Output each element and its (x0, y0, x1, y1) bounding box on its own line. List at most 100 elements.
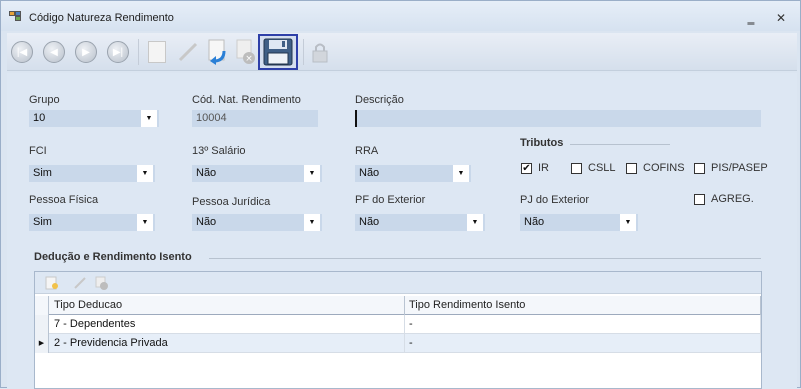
grupo-label: Grupo (29, 94, 60, 106)
main-toolbar: |◀ ◀ ▶ ▶| × (7, 33, 797, 71)
app-icon (9, 11, 23, 23)
pessoa-juridica-select[interactable]: Não ▼ (192, 214, 322, 231)
first-icon: |◀ (11, 41, 33, 63)
window-title: Código Natureza Rendimento (29, 12, 174, 24)
csll-label: CSLL (588, 162, 616, 174)
fci-select[interactable]: Sim ▼ (29, 165, 155, 182)
pf-exterior-value: Não (359, 216, 380, 228)
lock-button[interactable] (305, 37, 335, 67)
chevron-down-icon[interactable]: ▼ (619, 214, 636, 231)
tributos-title: Tributos (520, 137, 564, 149)
column-header-tipo-rendimento[interactable]: Tipo Rendimento Isento (405, 296, 761, 315)
rra-label: RRA (355, 145, 379, 157)
rra-select[interactable]: Não ▼ (355, 165, 471, 182)
toolbar-separator (138, 39, 139, 65)
ir-label: IR (538, 162, 549, 174)
undo-button[interactable] (203, 37, 233, 67)
cofins-label: COFINS (643, 162, 685, 174)
cell-tipo-deducao[interactable]: 2 - Previdencia Privada (50, 334, 405, 353)
pessoa-fisica-select[interactable]: Sim ▼ (29, 214, 155, 231)
cod-nat-value: 10004 (196, 112, 227, 124)
grupo-value: 10 (33, 112, 46, 124)
chevron-down-icon[interactable]: ▼ (136, 165, 153, 182)
agreg-label: AGREG. (711, 193, 754, 205)
new-icon (148, 41, 166, 63)
pf-exterior-label: PF do Exterior (355, 194, 426, 206)
toolbar-separator (303, 39, 304, 65)
pis-pasep-label: PIS/PASEP (711, 162, 768, 174)
app-window: Código Natureza Rendimento ‗ ✕ |◀ ◀ ▶ ▶| (0, 0, 801, 389)
group-divider (570, 144, 670, 145)
pf-exterior-select[interactable]: Não ▼ (355, 214, 485, 231)
fci-value: Sim (33, 167, 52, 179)
decimo-terceiro-select[interactable]: Não ▼ (192, 165, 322, 182)
row-header-corner (35, 296, 49, 315)
cod-nat-label: Cód. Nat. Rendimento (192, 94, 301, 106)
save-button[interactable] (258, 34, 298, 70)
rra-value: Não (359, 167, 380, 179)
cell-tipo-deducao[interactable]: 7 - Dependentes (50, 315, 405, 334)
chevron-down-icon[interactable]: ▼ (303, 165, 320, 182)
undo-icon (208, 39, 226, 65)
pessoa-fisica-label: Pessoa Física (29, 194, 99, 206)
next-icon: ▶ (75, 41, 97, 63)
pessoa-juridica-label: Pessoa Jurídica (192, 196, 271, 208)
chevron-down-icon[interactable]: ▼ (452, 165, 469, 182)
edit-icon (178, 42, 198, 62)
pis-pasep-checkbox[interactable] (694, 163, 705, 174)
descricao-input[interactable] (355, 110, 761, 127)
deducao-grid: Tipo Deducao Tipo Rendimento Isento 7 - … (34, 271, 762, 389)
last-record-button[interactable]: ▶| (103, 37, 133, 67)
delete-icon: × (236, 39, 255, 64)
descricao-label: Descrição (355, 94, 404, 106)
decimo-terceiro-value: Não (196, 167, 217, 179)
group-divider (209, 258, 761, 259)
row-header[interactable] (35, 315, 49, 334)
form-area: Grupo 10 ▼ Cód. Nat. Rendimento 10004 De… (7, 73, 797, 389)
delete-button[interactable]: × (231, 37, 261, 67)
minimize-icon: ‗ (747, 11, 755, 25)
save-icon (263, 38, 293, 66)
grupo-select[interactable]: 10 ▼ (29, 110, 159, 127)
ir-checkbox[interactable]: ✔ (521, 163, 532, 174)
chevron-down-icon[interactable]: ▼ (466, 214, 483, 231)
cell-tipo-rendimento[interactable]: - (405, 334, 761, 353)
close-button[interactable]: ✕ (771, 9, 791, 27)
pessoa-fisica-value: Sim (33, 216, 52, 228)
cell-tipo-rendimento[interactable]: - (405, 315, 761, 334)
row-header[interactable]: ▶ (35, 334, 49, 353)
edit-button[interactable] (173, 37, 203, 67)
first-record-button[interactable]: |◀ (7, 37, 37, 67)
fci-label: FCI (29, 145, 47, 157)
pj-exterior-select[interactable]: Não ▼ (520, 214, 638, 231)
check-icon: ✔ (522, 163, 531, 174)
close-icon: ✕ (775, 11, 787, 25)
column-header-tipo-deducao[interactable]: Tipo Deducao (50, 296, 405, 315)
chevron-down-icon[interactable]: ▼ (136, 214, 153, 231)
grid-toolbar (35, 272, 761, 294)
chevron-down-icon[interactable]: ▼ (140, 110, 157, 127)
title-bar: Código Natureza Rendimento ‗ ✕ (1, 1, 800, 31)
minimize-button[interactable]: ‗ (741, 9, 761, 27)
grid-header: Tipo Deducao Tipo Rendimento Isento (35, 296, 761, 315)
grid-delete-icon[interactable] (95, 276, 109, 290)
deducao-title: Dedução e Rendimento Isento (34, 251, 192, 263)
table-row[interactable]: ▶ 2 - Previdencia Privada - (35, 334, 761, 353)
cofins-checkbox[interactable] (626, 163, 637, 174)
cod-nat-field: 10004 (192, 110, 318, 127)
last-icon: ▶| (107, 41, 129, 63)
pj-exterior-value: Não (524, 216, 545, 228)
csll-checkbox[interactable] (571, 163, 582, 174)
pessoa-juridica-value: Não (196, 216, 217, 228)
agreg-checkbox[interactable] (694, 194, 705, 205)
next-record-button[interactable]: ▶ (71, 37, 101, 67)
chevron-down-icon[interactable]: ▼ (303, 214, 320, 231)
previous-record-button[interactable]: ◀ (39, 37, 69, 67)
grid-new-icon[interactable] (45, 276, 59, 290)
grid-edit-icon[interactable] (73, 276, 87, 290)
decimo-terceiro-label: 13º Salário (192, 145, 246, 157)
svg-text:×: × (245, 54, 253, 64)
current-row-icon: ▶ (38, 340, 45, 347)
new-button[interactable] (142, 37, 172, 67)
table-row[interactable]: 7 - Dependentes - (35, 315, 761, 334)
